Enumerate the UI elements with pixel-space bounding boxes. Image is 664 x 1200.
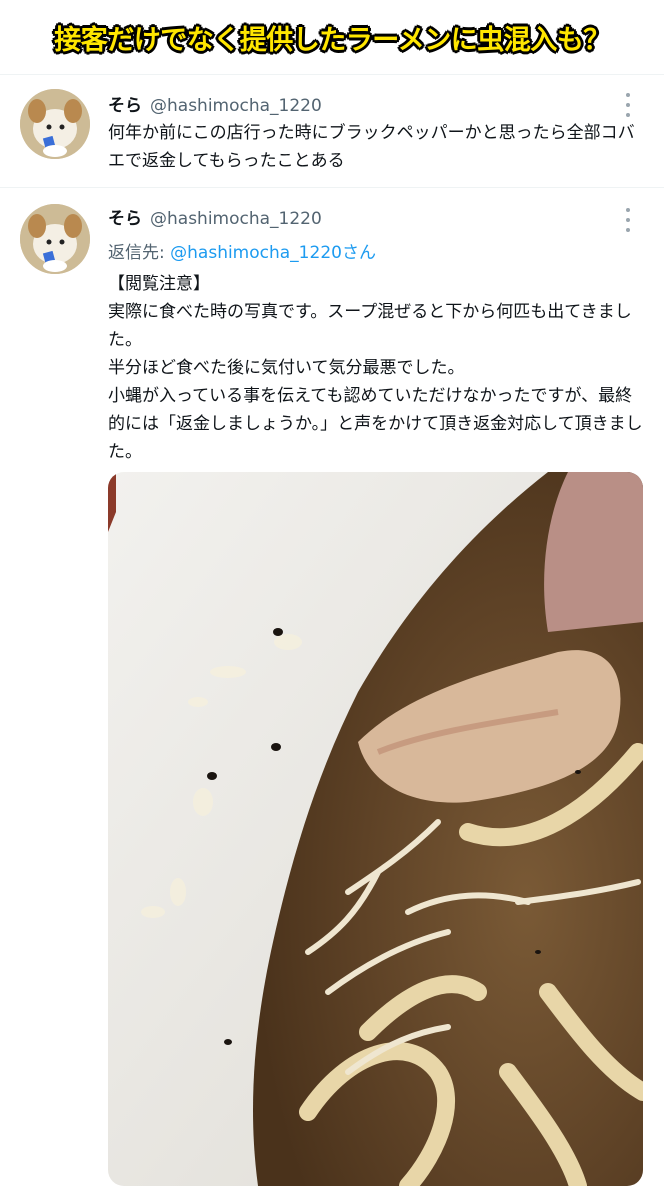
display-name[interactable]: そら: [108, 91, 142, 116]
display-name[interactable]: そら: [108, 204, 142, 229]
ramen-photo-image: [108, 472, 643, 1186]
more-vertical-icon[interactable]: [620, 208, 636, 232]
tweet-header: そら @hashimocha_1220: [108, 204, 322, 229]
tweet-text: 【閲覧注意】 実際に食べた時の写真です。スープ混ぜると下から何匹も出てきました。…: [108, 274, 643, 462]
attached-photo[interactable]: [108, 472, 643, 1186]
reply-to-link[interactable]: @hashimocha_1220さん: [170, 243, 376, 263]
tweet-text: 何年か前にこの店行った時にブラックペッパーかと思ったら全部コバエで返金してもらっ…: [108, 123, 635, 171]
more-vertical-icon[interactable]: [620, 93, 636, 117]
banner-title: 接客だけでなく提供したラーメンに虫混入も？: [54, 24, 610, 56]
tweet-2[interactable]: そら @hashimocha_1220 返信先: @hashimocha_122…: [0, 188, 664, 1200]
reply-prefix: 返信先:: [108, 243, 171, 263]
avatar-image: [20, 89, 90, 159]
tweet-1[interactable]: そら @hashimocha_1220 何年か前にこの店行った時にブラックペッパ…: [0, 75, 664, 187]
reply-context: 返信先: @hashimocha_1220さん: [108, 238, 376, 263]
avatar-image: [20, 204, 90, 274]
handle[interactable]: @hashimocha_1220: [150, 96, 322, 116]
header-banner: 接客だけでなく提供したラーメンに虫混入も？: [0, 0, 664, 74]
avatar[interactable]: [20, 204, 90, 274]
avatar[interactable]: [20, 89, 90, 159]
tweet-header: そら @hashimocha_1220: [108, 91, 322, 116]
handle[interactable]: @hashimocha_1220: [150, 209, 322, 229]
